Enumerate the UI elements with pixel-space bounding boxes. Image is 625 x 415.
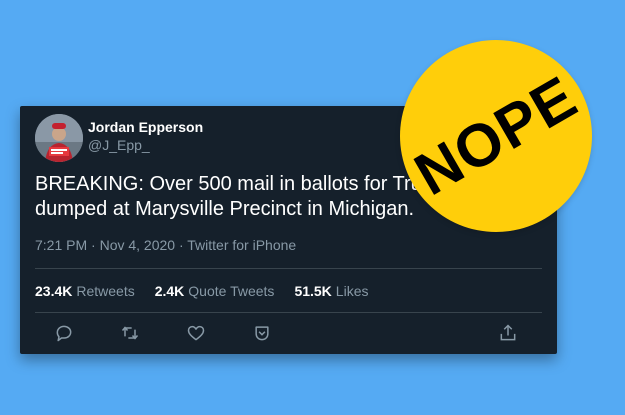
likes-count: 51.5K [294,283,332,299]
reply-icon [56,325,72,342]
likes-label: Likes [335,283,369,299]
retweet-icon [121,326,139,340]
quote-tweets-count: 2.4K [154,283,185,299]
retweets-count: 23.4K [35,283,73,299]
avatar-image [35,114,83,162]
quote-tweets-label: Quote Tweets [188,283,275,299]
reply-button[interactable] [53,322,75,344]
divider [35,268,542,269]
retweets-stat[interactable]: 23.4K Retweets [35,283,135,299]
save-icon [255,326,269,341]
nope-badge: NOPE [400,40,592,232]
divider [35,312,542,313]
tweet-stats: 23.4K Retweets 2.4K Quote Tweets 51.5K L… [35,283,388,299]
retweet-button[interactable] [119,322,141,344]
tweet-timestamp[interactable]: 7:21 PM · Nov 4, 2020 · Twitter for iPho… [35,237,296,253]
save-button[interactable] [251,322,273,344]
tweet-actions [20,322,557,346]
share-button[interactable] [497,322,519,344]
like-icon [187,325,205,341]
like-button[interactable] [185,322,207,344]
avatar[interactable] [35,114,83,162]
likes-stat[interactable]: 51.5K Likes [294,283,368,299]
nope-badge-text: NOPE [403,63,588,209]
quote-tweets-stat[interactable]: 2.4K Quote Tweets [155,283,275,299]
user-handle[interactable]: @J_Epp_ [88,137,150,153]
share-icon [500,324,516,341]
display-name[interactable]: Jordan Epperson [88,119,203,135]
retweets-label: Retweets [76,283,135,299]
